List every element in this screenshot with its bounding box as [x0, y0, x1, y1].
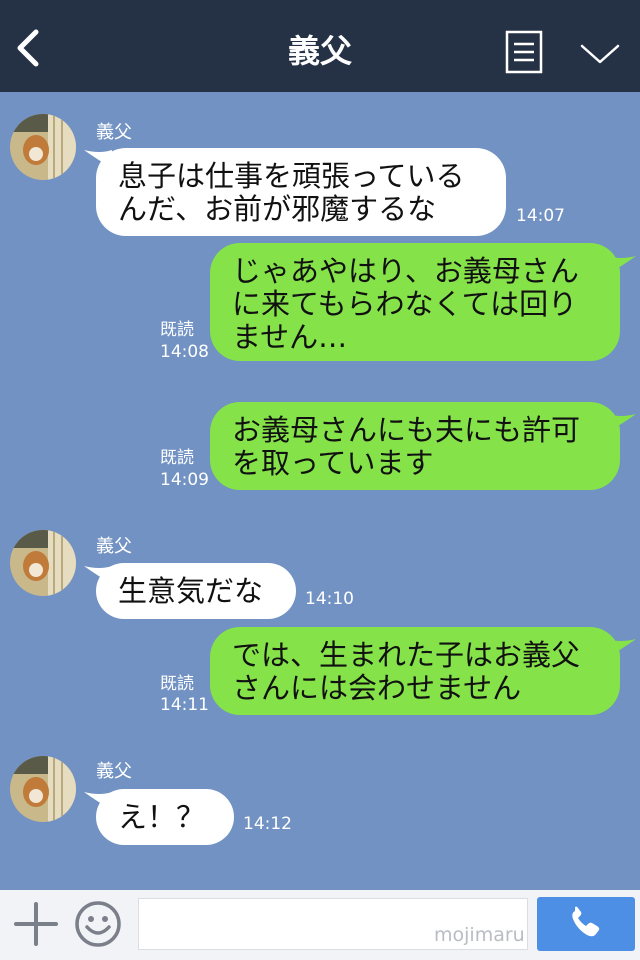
- plus-icon: [14, 902, 58, 946]
- message-line: じゃあやはり、お義母さん: [232, 254, 579, 288]
- message-line: え！？: [118, 800, 206, 834]
- read-receipt: 既読: [160, 448, 194, 468]
- sender-name: 義父: [96, 536, 132, 557]
- chat-header: 義父: [0, 0, 640, 92]
- sender-name: 義父: [96, 761, 132, 782]
- read-receipt: 既読: [160, 674, 194, 694]
- message-line: 生意気だな: [118, 574, 264, 608]
- message-time: 14:09: [160, 470, 209, 490]
- message-bubble[interactable]: では、生まれた子はお義父 さんには会わせません: [210, 627, 620, 715]
- watermark: mojimaru: [434, 924, 525, 946]
- read-receipt: 既読: [160, 320, 194, 340]
- note-button[interactable]: [504, 30, 544, 74]
- sender-name: 義父: [96, 122, 132, 143]
- message-bubble[interactable]: 息子は仕事を頑張っている んだ、お前が邪魔するな: [96, 148, 506, 236]
- message-time: 14:11: [160, 695, 209, 715]
- message-line: に来てもらわなくては回り: [232, 287, 578, 321]
- chat-title: 義父: [287, 32, 352, 70]
- avatar[interactable]: [10, 114, 76, 180]
- message-line: 息子は仕事を頑張っている: [118, 159, 465, 193]
- message-bubble[interactable]: え！？: [96, 789, 234, 845]
- add-button[interactable]: [12, 900, 60, 948]
- message-bubble[interactable]: お義母さんにも夫にも許可 を取っています: [210, 402, 620, 490]
- message-time: 14:12: [243, 814, 292, 834]
- phone-icon: [572, 906, 600, 937]
- message-line: さんには会わせません: [232, 671, 522, 705]
- message-line: んだ、お前が邪魔するな: [118, 192, 437, 226]
- message-bubble[interactable]: 生意気だな: [96, 563, 296, 619]
- dropdown-button[interactable]: [578, 40, 622, 68]
- call-button[interactable]: [537, 897, 635, 951]
- message-line: ません…: [232, 320, 348, 354]
- avatar[interactable]: [10, 530, 76, 596]
- smiley-icon: [75, 901, 121, 947]
- message-line: を取っています: [232, 446, 434, 480]
- emoji-button[interactable]: [74, 900, 122, 948]
- message-time: 14:07: [516, 206, 565, 226]
- avatar[interactable]: [10, 756, 76, 822]
- message-line: では、生まれた子はお義父: [232, 638, 581, 672]
- message-time: 14:08: [160, 342, 209, 362]
- message-bubble[interactable]: じゃあやはり、お義母さん に来てもらわなくては回り ません…: [210, 243, 620, 361]
- chat-area: 義父 息子は仕事を頑張っている んだ、お前が邪魔するな 14:07 既読 14:…: [0, 92, 640, 890]
- message-line: お義母さんにも夫にも許可: [232, 413, 581, 447]
- note-icon: [505, 30, 543, 74]
- message-time: 14:10: [305, 589, 354, 609]
- chevron-down-icon: [580, 44, 620, 64]
